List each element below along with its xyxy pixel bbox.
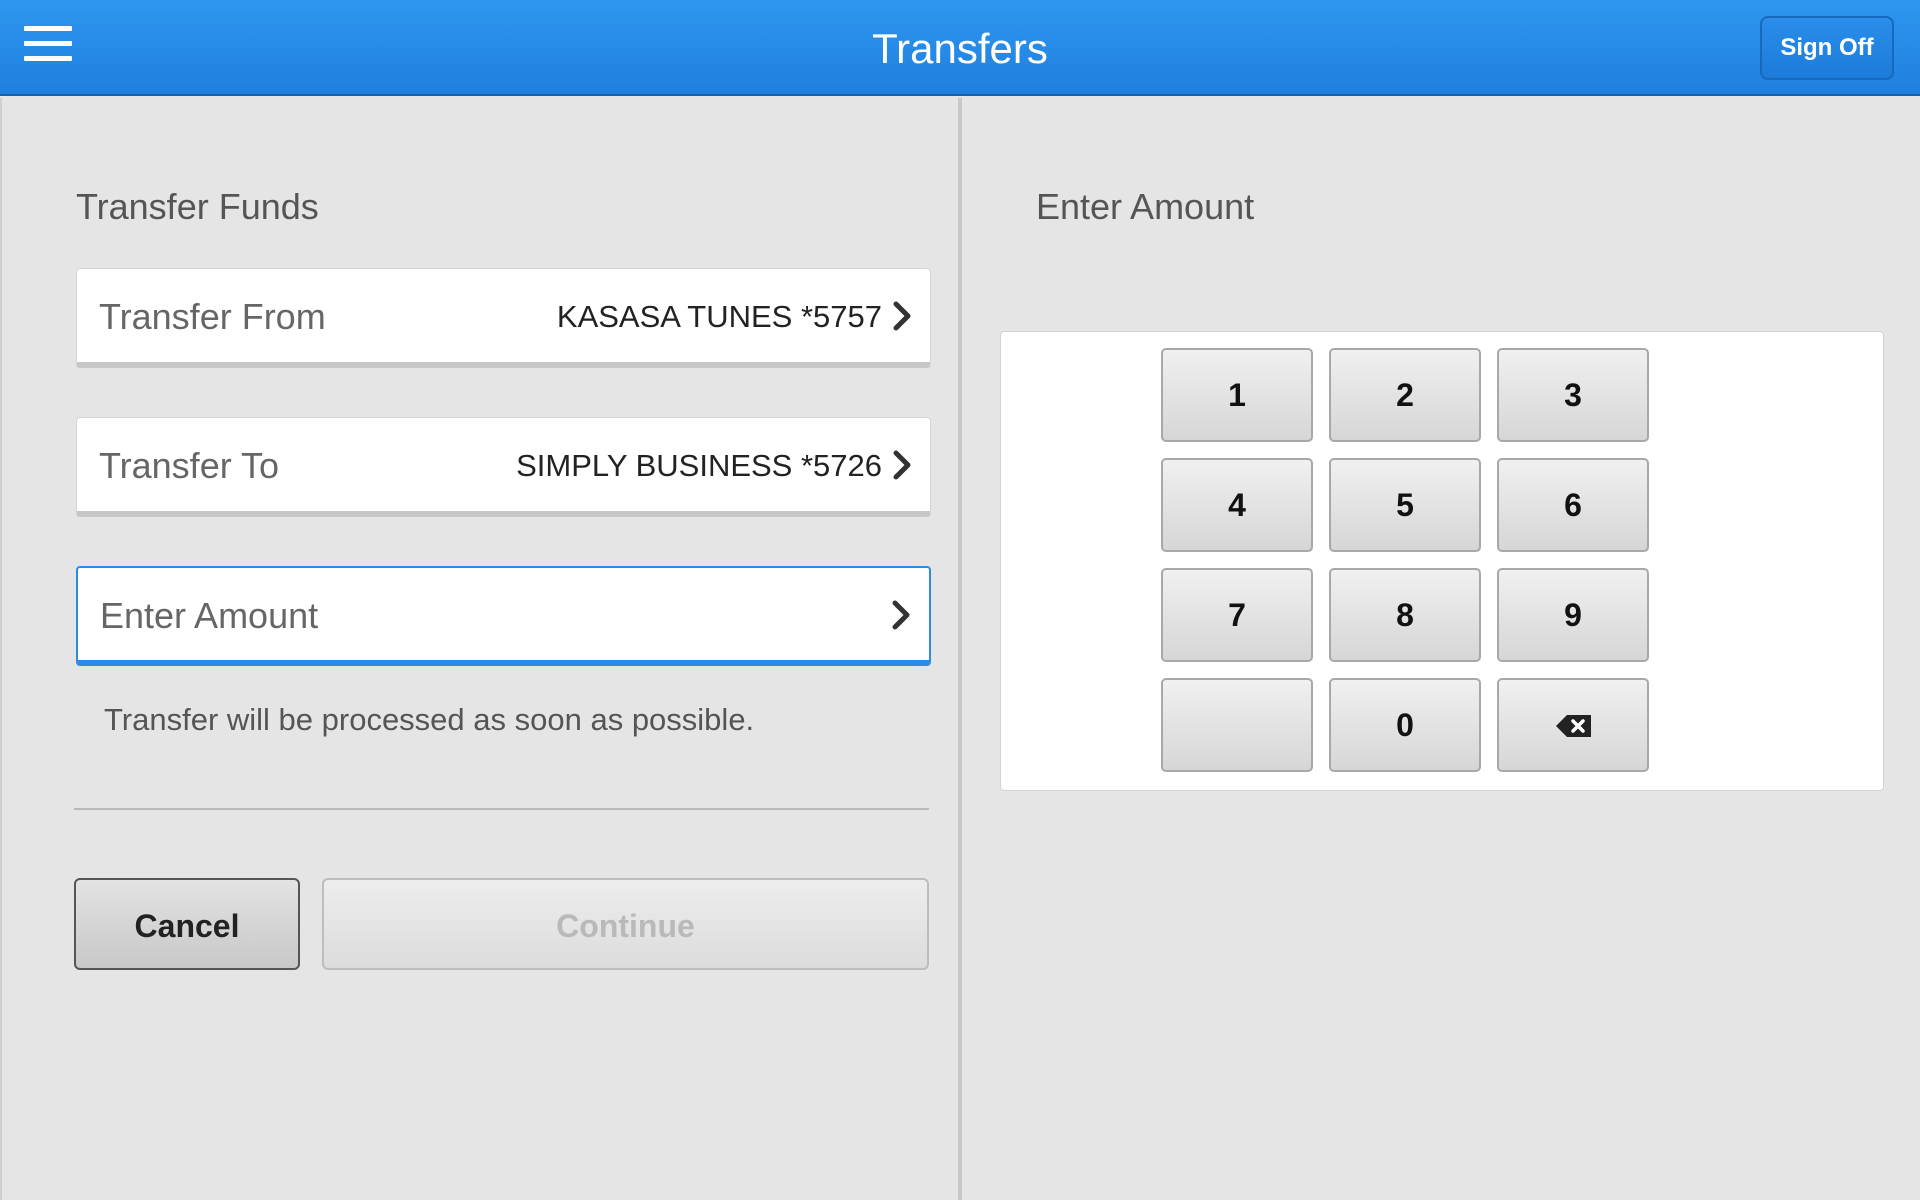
key-7[interactable]: 7 xyxy=(1161,568,1313,662)
cancel-button[interactable]: Cancel xyxy=(74,878,300,970)
keypad-panel: Enter Amount 1 2 3 4 5 6 7 8 9 0 xyxy=(962,98,1920,1200)
page-title: Transfers xyxy=(872,25,1048,72)
key-5[interactable]: 5 xyxy=(1329,458,1481,552)
key-3[interactable]: 3 xyxy=(1497,348,1649,442)
key-2[interactable]: 2 xyxy=(1329,348,1481,442)
enter-amount-label: Enter Amount xyxy=(100,595,319,636)
transfer-to-label: Transfer To xyxy=(99,445,280,486)
app-header: Transfers Sign Off xyxy=(0,0,1920,96)
continue-button[interactable]: Continue xyxy=(322,878,929,970)
processing-note: Transfer will be processed as soon as po… xyxy=(104,702,755,737)
key-4[interactable]: 4 xyxy=(1161,458,1313,552)
numeric-keypad: 1 2 3 4 5 6 7 8 9 0 xyxy=(1000,331,1884,791)
transfer-from-value: KASASA TUNES *5757 xyxy=(556,299,882,334)
key-1[interactable]: 1 xyxy=(1161,348,1313,442)
backspace-icon xyxy=(1556,715,1591,737)
chevron-right-icon xyxy=(893,450,911,480)
key-8[interactable]: 8 xyxy=(1329,568,1481,662)
key-blank[interactable] xyxy=(1161,678,1313,772)
transfer-form-panel: Transfer Funds Transfer From KASASA TUNE… xyxy=(0,98,960,1200)
chevron-right-icon xyxy=(892,600,910,630)
transfer-from-label: Transfer From xyxy=(99,296,326,337)
form-divider xyxy=(74,808,929,810)
section-title-transfer-funds: Transfer Funds xyxy=(76,186,319,227)
chevron-right-icon xyxy=(893,301,911,331)
sign-off-button[interactable]: Sign Off xyxy=(1760,16,1894,80)
key-backspace[interactable] xyxy=(1497,678,1649,772)
key-0[interactable]: 0 xyxy=(1329,678,1481,772)
transfer-from-field[interactable]: Transfer From KASASA TUNES *5757 xyxy=(76,268,931,368)
transfer-to-field[interactable]: Transfer To SIMPLY BUSINESS *5726 xyxy=(76,417,931,517)
section-title-enter-amount: Enter Amount xyxy=(1036,186,1255,227)
key-6[interactable]: 6 xyxy=(1497,458,1649,552)
key-9[interactable]: 9 xyxy=(1497,568,1649,662)
enter-amount-field[interactable]: Enter Amount xyxy=(76,566,931,666)
transfer-to-value: SIMPLY BUSINESS *5726 xyxy=(516,448,882,483)
